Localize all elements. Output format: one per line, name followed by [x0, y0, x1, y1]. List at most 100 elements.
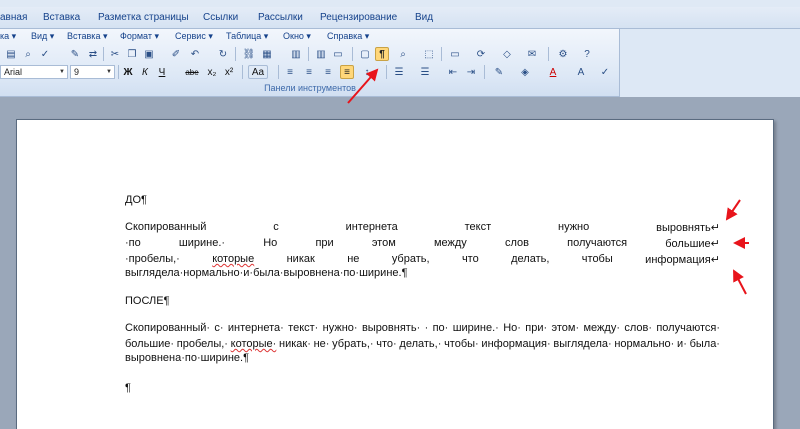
italic-button[interactable]: К: [138, 65, 152, 79]
word: Но·: [503, 322, 521, 334]
justify-icon[interactable]: ≡: [340, 65, 354, 79]
word: выглядела·: [553, 338, 612, 350]
columns-icon[interactable]: ▥: [314, 47, 328, 61]
tab-page-layout[interactable]: Разметка страницы: [98, 12, 189, 23]
menu-insert[interactable]: Вставка ▾: [67, 31, 107, 42]
copy-icon[interactable]: ❐: [125, 47, 139, 61]
translate-icon[interactable]: ⇄: [86, 47, 100, 61]
menu-format[interactable]: Формат ▾: [120, 31, 159, 42]
word: никак·: [279, 338, 311, 350]
table-icon[interactable]: ▦: [260, 47, 274, 61]
word: этом·: [551, 322, 580, 334]
styles-icon[interactable]: ✓: [598, 65, 612, 79]
word: что: [461, 253, 479, 265]
tab-insert[interactable]: Вставка: [43, 12, 80, 23]
word: информация↵: [645, 254, 720, 266]
undo-icon[interactable]: ↶: [188, 47, 202, 61]
word: убрать,·: [332, 338, 374, 350]
word: ·по: [125, 237, 141, 249]
word: интернета·: [227, 322, 284, 334]
after-line-3: выровнена·по·ширине.¶: [125, 352, 250, 364]
toolbars-group-label: Панели инструментов: [264, 83, 356, 93]
help-icon[interactable]: ?: [580, 47, 594, 61]
hyperlink-icon[interactable]: ⛓: [242, 47, 256, 61]
highlight-icon[interactable]: ✎: [492, 65, 506, 79]
open-folder-icon[interactable]: ▭: [448, 47, 462, 61]
decrease-indent-icon[interactable]: ⇤: [446, 65, 460, 79]
text-effects-icon[interactable]: A: [574, 65, 588, 79]
word: и·: [677, 338, 687, 350]
bold-button[interactable]: Ж: [121, 65, 135, 79]
ribbon-toolbars-group: ка ▾ Вид ▾ Вставка ▾ Формат ▾ Сервис ▾ Т…: [0, 29, 620, 97]
document-map-icon[interactable]: ▢: [358, 47, 372, 61]
envelope-icon[interactable]: ✉: [525, 47, 539, 61]
research-icon[interactable]: ✎: [68, 47, 82, 61]
redo-icon[interactable]: ↻: [216, 47, 230, 61]
word: Скопированный: [125, 221, 207, 233]
word: не: [347, 253, 360, 265]
tools-icon[interactable]: ⚙: [556, 47, 570, 61]
bullets-icon[interactable]: ☰: [418, 65, 432, 79]
word: при: [315, 237, 334, 249]
increase-indent-icon[interactable]: ⇥: [464, 65, 478, 79]
tab-references[interactable]: Ссылки: [203, 12, 238, 23]
zoom-icon[interactable]: ⌕: [396, 47, 410, 61]
word: чтобы·: [444, 338, 479, 350]
shading-icon[interactable]: ◈: [518, 65, 532, 79]
word: текст: [464, 221, 492, 233]
underline-button[interactable]: Ч: [155, 65, 169, 79]
font-name-combo[interactable]: Arial ▼: [0, 65, 68, 79]
ribbon-tabs: авная Вставка Разметка страницы Ссылки Р…: [0, 7, 800, 29]
word: которые·: [230, 338, 277, 350]
tag-icon[interactable]: ◇: [500, 47, 514, 61]
numbering-icon[interactable]: ☰: [392, 65, 406, 79]
fit-page-icon[interactable]: ⬚: [422, 47, 436, 61]
word: получаются·: [656, 322, 720, 334]
align-right-icon[interactable]: ≡: [321, 65, 335, 79]
align-center-icon[interactable]: ≡: [302, 65, 316, 79]
paste-icon[interactable]: ▣: [142, 47, 156, 61]
tab-view[interactable]: Вид: [415, 12, 433, 23]
tab-home[interactable]: авная: [0, 12, 27, 23]
format-painter-icon[interactable]: ✐: [169, 47, 183, 61]
align-left-icon[interactable]: ≡: [283, 65, 297, 79]
word: большие·: [125, 338, 175, 350]
menu-table[interactable]: Таблица ▾: [226, 31, 268, 42]
word: выровнять·: [361, 322, 421, 334]
subscript-button[interactable]: x₂: [205, 65, 219, 79]
before-line-3: ·пробелы,· которые никак не убрать, что делать…: [125, 253, 720, 266]
font-color-icon[interactable]: A: [546, 65, 560, 79]
tab-review[interactable]: Рецензирование: [320, 12, 397, 23]
menu-tools[interactable]: Сервис ▾: [175, 31, 213, 42]
spelling-icon[interactable]: ✓: [38, 47, 52, 61]
drawing-icon[interactable]: ▭: [331, 47, 345, 61]
after-line-1: Скопированный· с· интернета· текст· нужно· вы…: [125, 322, 720, 334]
after-label: ПОСЛЕ¶: [125, 295, 170, 307]
tab-mailings[interactable]: Рассылки: [258, 12, 303, 23]
word: слов·: [624, 322, 652, 334]
excel-table-icon[interactable]: ▥: [289, 47, 303, 61]
menu-edit[interactable]: ка ▾: [0, 31, 16, 42]
change-case-button[interactable]: Aa: [248, 65, 268, 79]
word: Но: [263, 237, 278, 249]
word: с: [273, 221, 279, 233]
font-size-value: 9: [74, 67, 80, 77]
before-line-2: ·по ширине.· Но при этом между слов получаются б…: [125, 237, 720, 250]
font-size-combo[interactable]: 9 ▼: [70, 65, 115, 79]
legacy-menu-bar: ка ▾ Вид ▾ Вставка ▾ Формат ▾ Сервис ▾ Т…: [0, 31, 620, 45]
menu-view[interactable]: Вид ▾: [31, 31, 54, 42]
superscript-button[interactable]: x²: [222, 65, 236, 79]
menu-window[interactable]: Окно ▾: [283, 31, 311, 42]
cut-icon[interactable]: ✂: [108, 47, 122, 61]
word: ·: [424, 322, 429, 334]
word: при·: [525, 322, 548, 334]
print-icon[interactable]: ▤: [4, 47, 18, 61]
show-formatting-marks-button[interactable]: ¶: [375, 47, 389, 61]
strikethrough-button[interactable]: abe: [183, 65, 201, 79]
print-preview-icon[interactable]: ⌕: [21, 47, 35, 61]
word: чтобы: [581, 253, 613, 265]
menu-help[interactable]: Справка ▾: [327, 31, 369, 42]
line-spacing-icon[interactable]: ↕: [360, 65, 374, 79]
refresh-icon[interactable]: ⟳: [474, 47, 488, 61]
word: текст·: [288, 322, 319, 334]
